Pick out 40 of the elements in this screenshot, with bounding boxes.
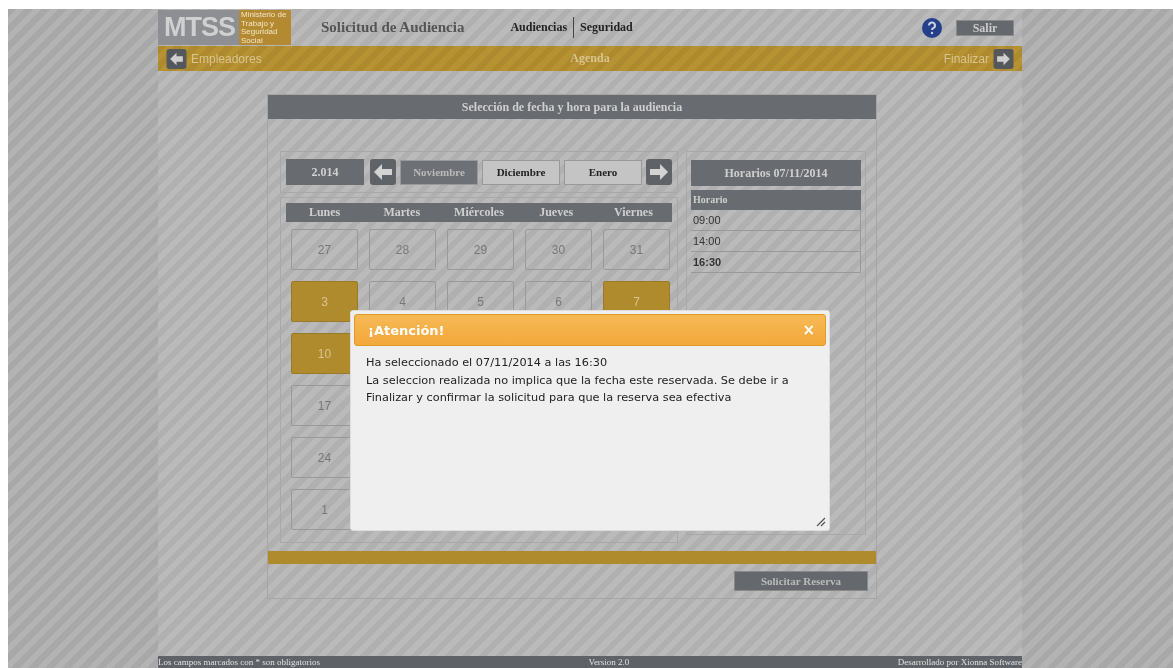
weekday-label: Miércoles bbox=[453, 204, 505, 221]
month-tab[interactable]: Enero bbox=[564, 159, 642, 185]
next-link[interactable]: Finalizar bbox=[943, 51, 989, 66]
logo-text: MTSS bbox=[163, 11, 236, 44]
day-cell[interactable]: 30 bbox=[525, 229, 592, 270]
panel-title: Selección de fecha y hora para la audiencia bbox=[268, 95, 876, 119]
close-button[interactable]: × bbox=[802, 321, 815, 339]
weekday-label: Jueves bbox=[538, 204, 575, 221]
submit-button[interactable]: Solicitar Reserva bbox=[734, 571, 868, 591]
current-step: Agenda bbox=[570, 51, 610, 66]
time-row[interactable]: 16:30 bbox=[691, 252, 861, 273]
day-cell[interactable]: 28 bbox=[369, 229, 436, 270]
message-text: Ha seleccionado el 07/11/2014 a las 16:30 bbox=[366, 355, 609, 371]
footer-note: Los campos marcados con * son obligatorios bbox=[158, 656, 320, 668]
time-row[interactable]: 14:00 bbox=[691, 231, 861, 252]
logout-button[interactable]: Salir bbox=[956, 19, 1014, 36]
credit-label: Desarrollado por Xionna Software bbox=[897, 656, 1022, 668]
back-link[interactable]: Empleadores bbox=[191, 51, 262, 66]
weekday-label: Viernes bbox=[612, 204, 654, 221]
day-cell[interactable]: 29 bbox=[447, 229, 514, 270]
logo-subtitle: Ministerio de Trabajo y Seguridad Social bbox=[239, 10, 291, 45]
weekday-label: Lunes bbox=[307, 204, 342, 221]
year-label: 2.014 bbox=[286, 159, 364, 185]
app-title: Solicitud de Audiencia bbox=[321, 19, 465, 36]
month-tab[interactable]: Diciembre bbox=[482, 159, 560, 185]
resize-grip-icon[interactable] bbox=[816, 517, 826, 527]
weekday-label: Martes bbox=[382, 204, 422, 221]
day-cell[interactable]: 3 bbox=[291, 281, 358, 322]
day-cell[interactable]: 31 bbox=[603, 229, 670, 270]
menu-link[interactable]: Audiencias bbox=[504, 17, 574, 38]
month-tab[interactable]: Noviembre bbox=[400, 159, 478, 185]
time-row[interactable]: 09:00 bbox=[691, 210, 861, 231]
schedule-title: Horarios 07/11/2014 bbox=[691, 160, 861, 186]
dialog-title: ¡Atención! bbox=[368, 322, 445, 338]
day-cell[interactable]: 27 bbox=[291, 229, 358, 270]
menu-link[interactable]: Seguridad bbox=[573, 17, 639, 38]
column-header: Horario bbox=[691, 190, 861, 210]
message-text: La seleccion realizada no implica que la fecha este reservada. Se debe ir a Finalizar y confirmar la solicitud para que la reserva sea efectiva bbox=[366, 372, 790, 406]
version-label: Version 2.0 bbox=[588, 656, 630, 668]
help-icon[interactable] bbox=[922, 17, 942, 38]
